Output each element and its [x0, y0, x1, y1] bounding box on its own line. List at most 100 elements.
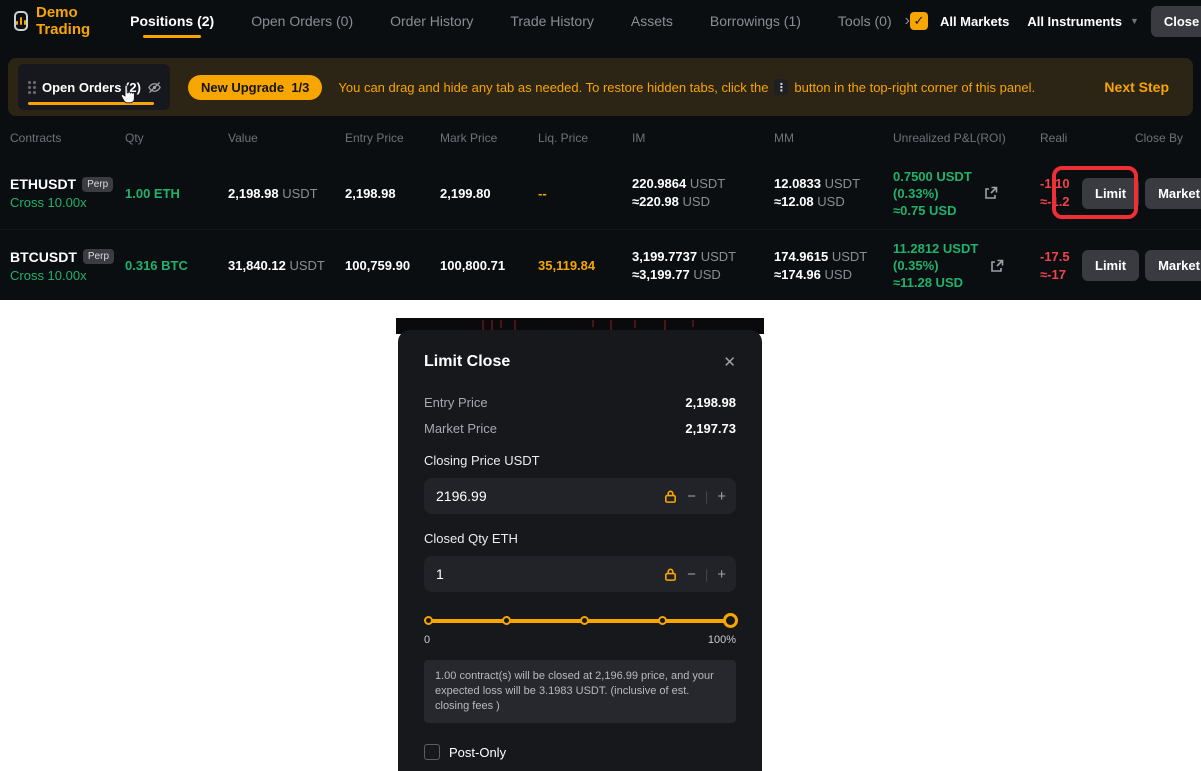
- unrealized-pnl-cell: 0.7500 USDT (0.33%) ≈0.75 USD: [893, 168, 1040, 219]
- qty-cell: 0.316 BTC: [125, 258, 228, 273]
- share-external-link-icon[interactable]: [990, 259, 1004, 273]
- plus-stepper-icon[interactable]: +: [717, 566, 726, 583]
- realized-pnl-cell: -17.5 ≈-17: [1040, 248, 1082, 284]
- tab-order-history[interactable]: Order History: [390, 2, 473, 40]
- col-header-qty: Qty: [125, 131, 228, 145]
- open-orders-drag-chip[interactable]: Open Orders (2): [18, 64, 170, 110]
- market-price-row: Market Price 2,197.73: [424, 421, 736, 436]
- mm-cell: 174.9615 USDT ≈174.96 USD: [774, 248, 893, 284]
- top-nav: Demo Trading Positions (2) Open Orders (…: [0, 0, 1201, 42]
- realized-pnl-cell: -1.10 ≈-1.2: [1040, 175, 1082, 211]
- eye-slash-icon[interactable]: [147, 80, 162, 95]
- drag-handle-icon[interactable]: [28, 81, 36, 94]
- close-by-cell: Limit Market: [1082, 250, 1201, 281]
- kebab-inline-icon: ⋮: [774, 79, 788, 95]
- market-price-value: 2,197.73: [685, 421, 736, 436]
- unrealized-pnl-cell: 11.2812 USDT (0.35%) ≈11.28 USD: [893, 240, 1040, 291]
- slider-dot-0[interactable]: [424, 616, 433, 625]
- trading-panel: Demo Trading Positions (2) Open Orders (…: [0, 0, 1201, 300]
- brand[interactable]: Demo Trading: [14, 4, 96, 38]
- demo-trading-logo-icon: [14, 11, 28, 31]
- perp-badge: Perp: [83, 249, 114, 264]
- contract-symbol[interactable]: ETHUSDT: [10, 176, 76, 192]
- value-cell: 31,840.12 USDT: [228, 258, 345, 273]
- im-cell: 3,199.7737 USDT ≈3,199.77 USD: [632, 248, 774, 284]
- minus-stepper-icon[interactable]: −: [687, 488, 696, 505]
- qty-cell: 1.00 ETH: [125, 186, 228, 201]
- margin-mode[interactable]: Cross 10.00x: [10, 268, 125, 283]
- dropdown-arrow-icon[interactable]: ▼: [1130, 16, 1139, 26]
- banner-message: You can drag and hide any tab as needed.…: [338, 79, 1035, 95]
- position-row-ethusdt: ETHUSDT Perp Cross 10.00x 1.00 ETH 2,198…: [0, 157, 1201, 229]
- brand-name: Demo Trading: [36, 4, 96, 38]
- all-markets-label: All Markets: [940, 14, 1009, 29]
- slider-handle[interactable]: [723, 613, 738, 628]
- contract-symbol[interactable]: BTCUSDT: [10, 249, 77, 265]
- minus-stepper-icon[interactable]: −: [687, 566, 696, 583]
- all-instruments-select[interactable]: All Instruments: [1027, 14, 1122, 29]
- closing-price-input[interactable]: [436, 488, 663, 504]
- closed-qty-input[interactable]: [436, 566, 663, 582]
- limit-close-modal: Limit Close ✕ Entry Price 2,198.98 Marke…: [398, 330, 762, 771]
- tab-trade-history[interactable]: Trade History: [510, 2, 594, 40]
- plus-stepper-icon[interactable]: +: [717, 488, 726, 505]
- liq-price-cell: 35,119.84: [538, 258, 632, 273]
- limit-close-button[interactable]: Limit: [1082, 250, 1139, 281]
- entry-price-value: 2,198.98: [685, 395, 736, 410]
- close-summary-note: 1.00 contract(s) will be closed at 2,196…: [424, 660, 736, 723]
- market-close-button[interactable]: Market: [1145, 178, 1201, 209]
- col-header-mm: MM: [774, 131, 893, 145]
- closed-qty-label: Closed Qty ETH: [424, 531, 736, 546]
- nav-right-controls: ✓ All Markets All Instruments ▼ Close Al…: [910, 6, 1201, 37]
- col-header-contracts: Contracts: [10, 131, 125, 145]
- entry-price-cell: 100,759.90: [345, 258, 440, 273]
- market-close-button[interactable]: Market: [1145, 250, 1201, 281]
- col-header-upl: Unrealized P&L(ROI): [893, 131, 1040, 145]
- close-icon[interactable]: ✕: [723, 353, 736, 371]
- closing-price-label: Closing Price USDT: [424, 453, 736, 468]
- slider-labels: 0 100%: [424, 634, 736, 646]
- slider-dot-75[interactable]: [658, 616, 667, 625]
- close-all-button[interactable]: Close All: [1151, 6, 1201, 37]
- closing-price-field: − | +: [424, 478, 736, 514]
- col-header-mark: Mark Price: [440, 131, 538, 145]
- slider-dot-50[interactable]: [580, 616, 589, 625]
- qty-percent-slider[interactable]: [424, 613, 736, 629]
- limit-close-button[interactable]: Limit: [1082, 178, 1139, 209]
- mark-price-cell: 2,199.80: [440, 186, 538, 201]
- tab-open-orders[interactable]: Open Orders (0): [251, 2, 353, 40]
- lock-icon[interactable]: [663, 567, 678, 582]
- tab-borrowings[interactable]: Borrowings (1): [710, 2, 801, 40]
- lock-icon[interactable]: [663, 489, 678, 504]
- all-markets-checkbox[interactable]: ✓: [910, 12, 928, 30]
- tab-assets[interactable]: Assets: [631, 2, 673, 40]
- margin-mode[interactable]: Cross 10.00x: [10, 195, 125, 210]
- slider-min-label: 0: [424, 634, 430, 646]
- screen: Demo Trading Positions (2) Open Orders (…: [0, 0, 1201, 771]
- modal-title: Limit Close: [424, 353, 510, 371]
- entry-price-label: Entry Price: [424, 395, 488, 410]
- next-step-button[interactable]: Next Step: [1104, 79, 1169, 95]
- col-header-im: IM: [632, 131, 774, 145]
- post-only-checkbox[interactable]: [424, 744, 440, 760]
- share-external-link-icon[interactable]: [984, 186, 998, 200]
- stepper-divider: |: [705, 489, 708, 504]
- tab-positions[interactable]: Positions (2): [130, 2, 214, 40]
- col-header-close-by: Close By: [1082, 131, 1183, 145]
- mm-cell: 12.0833 USDT ≈12.08 USD: [774, 175, 893, 211]
- perp-badge: Perp: [82, 177, 113, 192]
- post-only-toggle[interactable]: Post-Only: [424, 744, 736, 760]
- close-by-cell: Limit Market: [1082, 178, 1201, 209]
- closed-qty-field: − | +: [424, 556, 736, 592]
- slider-dot-25[interactable]: [502, 616, 511, 625]
- tab-tools[interactable]: Tools (0): [838, 2, 892, 40]
- liq-price-cell: --: [538, 186, 632, 201]
- hand-cursor-icon: [119, 84, 137, 106]
- im-cell: 220.9864 USDT ≈220.98 USD: [632, 175, 774, 211]
- stepper-divider: |: [705, 567, 708, 582]
- modal-region: Limit Close ✕ Entry Price 2,198.98 Marke…: [396, 318, 764, 771]
- active-tab-underline: [143, 35, 201, 38]
- upgrade-tour-banner: Open Orders (2) New Upgrade 1/3 You can …: [8, 58, 1193, 116]
- new-upgrade-badge: New Upgrade 1/3: [188, 75, 322, 100]
- entry-price-cell: 2,198.98: [345, 186, 440, 201]
